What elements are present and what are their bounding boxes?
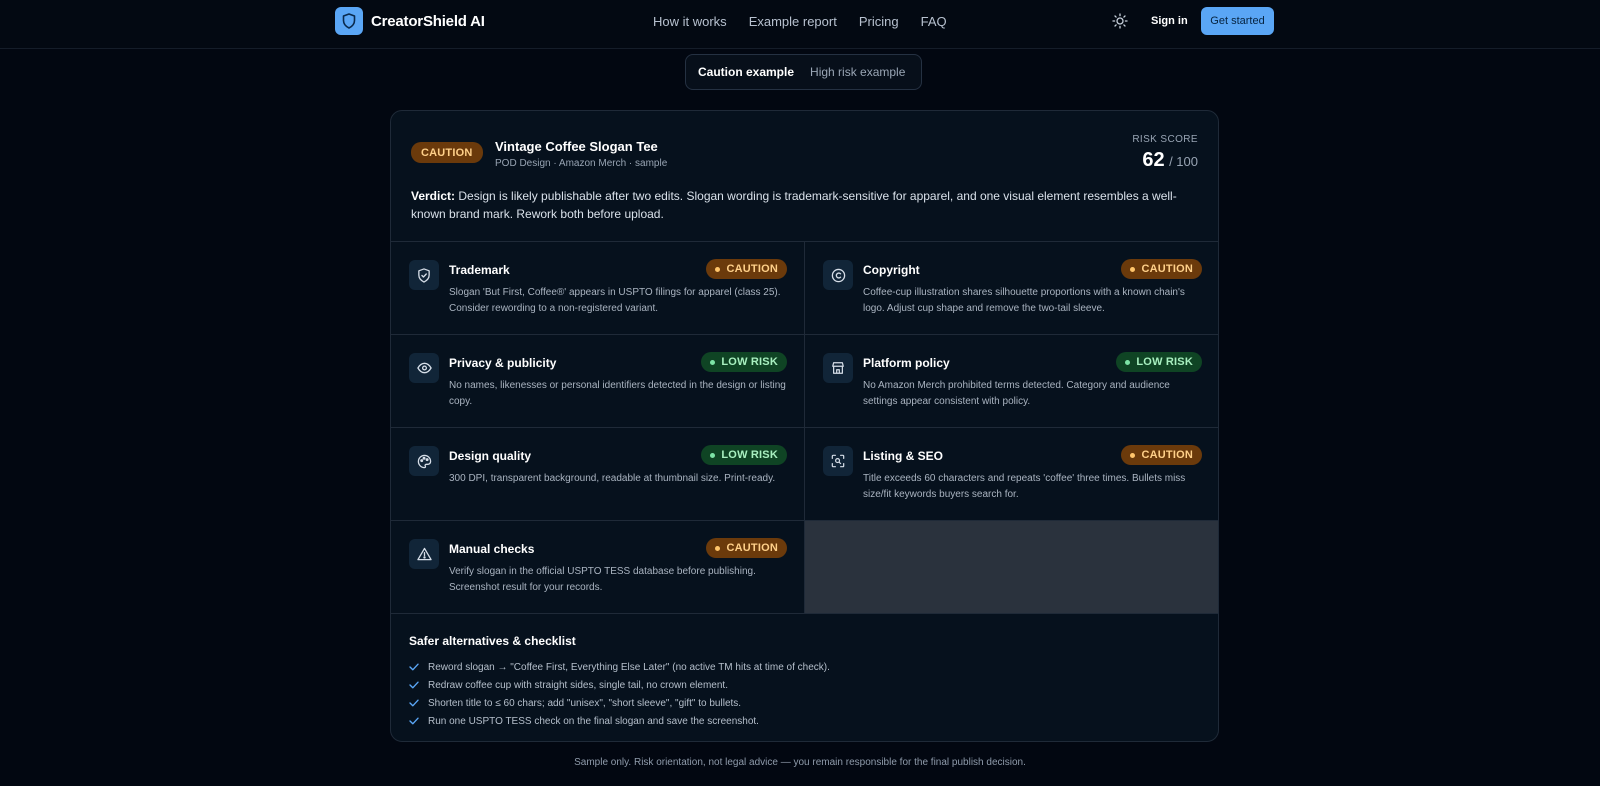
product-meta: POD Design · Amazon Merch · sample bbox=[495, 158, 668, 169]
status-badge: CAUTION bbox=[706, 259, 787, 279]
toggle-caution-example[interactable]: Caution example bbox=[690, 59, 802, 85]
check-design-quality: Design quality LOW RISK 300 DPI, transpa… bbox=[391, 428, 805, 521]
risk-score-label: RISK SCORE bbox=[1132, 134, 1198, 145]
verdict-label: Verdict: bbox=[411, 189, 456, 203]
risk-score-value: 62 bbox=[1142, 149, 1165, 171]
check-copyright: Copyright CAUTION Coffee-cup illustratio… bbox=[805, 242, 1218, 335]
report-header: CAUTION Vintage Coffee Slogan Tee POD De… bbox=[391, 111, 1218, 242]
check-description: Title exceeds 60 characters and repeats … bbox=[863, 473, 1186, 500]
verdict: Verdict: Design is likely publishable af… bbox=[411, 187, 1201, 223]
empty-grid-cell bbox=[805, 521, 1218, 614]
checklist-title: Safer alternatives & checklist bbox=[409, 634, 576, 648]
nav-faq[interactable]: FAQ bbox=[921, 14, 947, 29]
warning-icon bbox=[409, 539, 439, 569]
disclaimer: Sample only. Risk orientation, not legal… bbox=[574, 757, 1026, 768]
check-title: Trademark bbox=[449, 263, 510, 277]
status-badge: LOW RISK bbox=[701, 352, 787, 372]
scan-search-icon bbox=[823, 446, 853, 476]
check-privacy-publicity: Privacy & publicity LOW RISK No names, l… bbox=[391, 335, 805, 428]
check-title: Listing & SEO bbox=[863, 449, 944, 463]
check-title: Manual checks bbox=[449, 542, 535, 556]
checklist-item: Reword slogan → "Coffee First, Everythin… bbox=[409, 658, 830, 676]
check-manual-checks: Manual checks CAUTION Verify slogan in t… bbox=[391, 521, 805, 614]
shield-logo-icon bbox=[335, 7, 363, 35]
sign-in-link[interactable]: Sign in bbox=[1151, 15, 1188, 27]
shield-icon bbox=[409, 260, 439, 290]
get-started-button[interactable]: Get started bbox=[1201, 7, 1274, 35]
check-title: Platform policy bbox=[863, 356, 950, 370]
checklist-item: Redraw coffee cup with straight sides, s… bbox=[409, 676, 830, 694]
risk-score: 62 / 100 bbox=[1142, 149, 1198, 172]
checklist-item: Run one USPTO TESS check on the final sl… bbox=[409, 712, 830, 730]
check-description: Coffee-cup illustration shares silhouett… bbox=[863, 287, 1185, 314]
status-badge: LOW RISK bbox=[701, 445, 787, 465]
nav-example-report[interactable]: Example report bbox=[749, 14, 837, 29]
status-badge: LOW RISK bbox=[1116, 352, 1202, 372]
check-icon bbox=[409, 681, 419, 689]
palette-icon bbox=[409, 446, 439, 476]
safer-alternatives-checklist: Safer alternatives & checklist Reword sl… bbox=[409, 634, 830, 730]
status-badge: CAUTION bbox=[411, 142, 483, 163]
verdict-text: Design is likely publishable after two e… bbox=[411, 189, 1177, 221]
example-toggle: Caution example High risk example bbox=[685, 54, 922, 90]
brand-name: CreatorShield AI bbox=[371, 12, 485, 30]
check-icon bbox=[409, 717, 419, 725]
store-icon bbox=[823, 353, 853, 383]
sun-icon[interactable] bbox=[1112, 13, 1128, 29]
copyright-icon bbox=[823, 260, 853, 290]
nav-pricing[interactable]: Pricing bbox=[859, 14, 899, 29]
check-description: Slogan 'But First, Coffee®' appears in U… bbox=[449, 287, 781, 314]
check-title: Privacy & publicity bbox=[449, 356, 557, 370]
status-badge: CAUTION bbox=[1121, 445, 1202, 465]
status-badge: CAUTION bbox=[1121, 259, 1202, 279]
report-card: CAUTION Vintage Coffee Slogan Tee POD De… bbox=[390, 110, 1219, 742]
top-header: CreatorShield AI How it works Example re… bbox=[0, 0, 1600, 49]
main-nav: How it works Example report Pricing FAQ bbox=[653, 14, 969, 29]
check-listing-seo: Listing & SEO CAUTION Title exceeds 60 c… bbox=[805, 428, 1218, 521]
check-description: Verify slogan in the official USPTO TESS… bbox=[449, 566, 756, 593]
check-icon bbox=[409, 699, 419, 707]
check-trademark: Trademark CAUTION Slogan 'But First, Cof… bbox=[391, 242, 805, 335]
check-title: Copyright bbox=[863, 263, 920, 277]
check-description: No names, likenesses or personal identif… bbox=[449, 380, 786, 407]
check-description: 300 DPI, transparent background, readabl… bbox=[449, 473, 776, 484]
check-title: Design quality bbox=[449, 449, 532, 463]
check-description: No Amazon Merch prohibited terms detecte… bbox=[863, 380, 1170, 407]
risk-score-max: / 100 bbox=[1169, 154, 1198, 169]
checklist-item: Shorten title to ≤ 60 chars; add "unisex… bbox=[409, 694, 830, 712]
check-icon bbox=[409, 663, 419, 671]
brand-logo[interactable]: CreatorShield AI bbox=[335, 7, 485, 35]
eye-icon bbox=[409, 353, 439, 383]
nav-how-it-works[interactable]: How it works bbox=[653, 14, 727, 29]
product-title: Vintage Coffee Slogan Tee bbox=[495, 139, 658, 154]
toggle-high-risk-example[interactable]: High risk example bbox=[802, 59, 913, 85]
status-badge: CAUTION bbox=[706, 538, 787, 558]
check-platform-policy: Platform policy LOW RISK No Amazon Merch… bbox=[805, 335, 1218, 428]
